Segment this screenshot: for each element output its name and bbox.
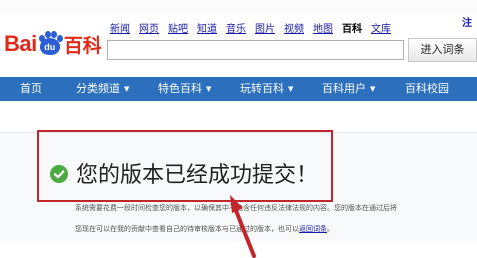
annotation-arrow-icon <box>230 195 256 258</box>
contribution-notice: 您现在可以在我的贡献中查看自己的待审核版本与已通过的版本，也可以返回词条。 <box>75 224 334 234</box>
nav-featured[interactable]: 特色百科 ▼ <box>158 77 211 101</box>
search-input[interactable] <box>107 40 404 60</box>
check-circle-icon <box>50 165 68 183</box>
nav-featured-label: 特色百科 <box>158 82 202 95</box>
logo-text-du: du <box>39 38 60 55</box>
nav-users[interactable]: 百科用户 ▼ <box>322 77 375 101</box>
chevron-down-icon: ▼ <box>206 85 212 93</box>
success-title: 您的版本已经成功提交！ <box>76 163 319 188</box>
return-to-entry-link[interactable]: 返回词条 <box>299 225 327 233</box>
link-tieba[interactable]: 贴吧 <box>168 20 188 36</box>
contribution-notice-end: 。 <box>327 225 334 233</box>
paw-icon: du <box>38 31 63 56</box>
link-zhidao[interactable]: 知道 <box>197 20 217 36</box>
logo-text-bai: Bai <box>4 31 37 56</box>
baidu-baike-logo[interactable]: Bai du 百科 <box>4 30 102 58</box>
chevron-down-icon: ▼ <box>124 85 130 93</box>
register-link[interactable]: 注 <box>462 14 472 29</box>
nav-home-label: 首页 <box>20 82 42 95</box>
link-wenku[interactable]: 文库 <box>371 20 391 36</box>
nav-users-label: 百科用户 <box>322 82 366 95</box>
main-nav: 首页 分类频道 ▼ 特色百科 ▼ 玩转百科 ▼ 百科用户 ▼ 百科校园 <box>0 77 477 101</box>
top-links: 新闻 网页 贴吧 知道 音乐 图片 视频 地图 百科 文库 <box>110 20 391 36</box>
link-baike-current: 百科 <box>342 24 362 35</box>
link-music[interactable]: 音乐 <box>226 20 246 36</box>
nav-campus-label: 百科校园 <box>405 82 449 95</box>
enter-entry-button[interactable]: 进入词条 <box>408 38 477 62</box>
link-video[interactable]: 视频 <box>284 20 304 36</box>
link-map[interactable]: 地图 <box>313 20 333 36</box>
nav-categories-label: 分类频道 <box>76 82 120 95</box>
link-web[interactable]: 网页 <box>139 20 159 36</box>
chevron-down-icon: ▼ <box>370 85 376 93</box>
nav-play[interactable]: 玩转百科 ▼ <box>240 77 293 101</box>
logo-text-baike: 百科 <box>63 34 102 57</box>
nav-play-label: 玩转百科 <box>240 82 284 95</box>
top-strip <box>0 0 477 14</box>
nav-categories[interactable]: 分类频道 ▼ <box>76 77 129 101</box>
link-news[interactable]: 新闻 <box>110 20 130 36</box>
nav-campus[interactable]: 百科校园 <box>405 77 449 101</box>
nav-home[interactable]: 首页 <box>20 77 42 101</box>
chevron-down-icon: ▼ <box>288 85 294 93</box>
link-images[interactable]: 图片 <box>255 20 275 36</box>
